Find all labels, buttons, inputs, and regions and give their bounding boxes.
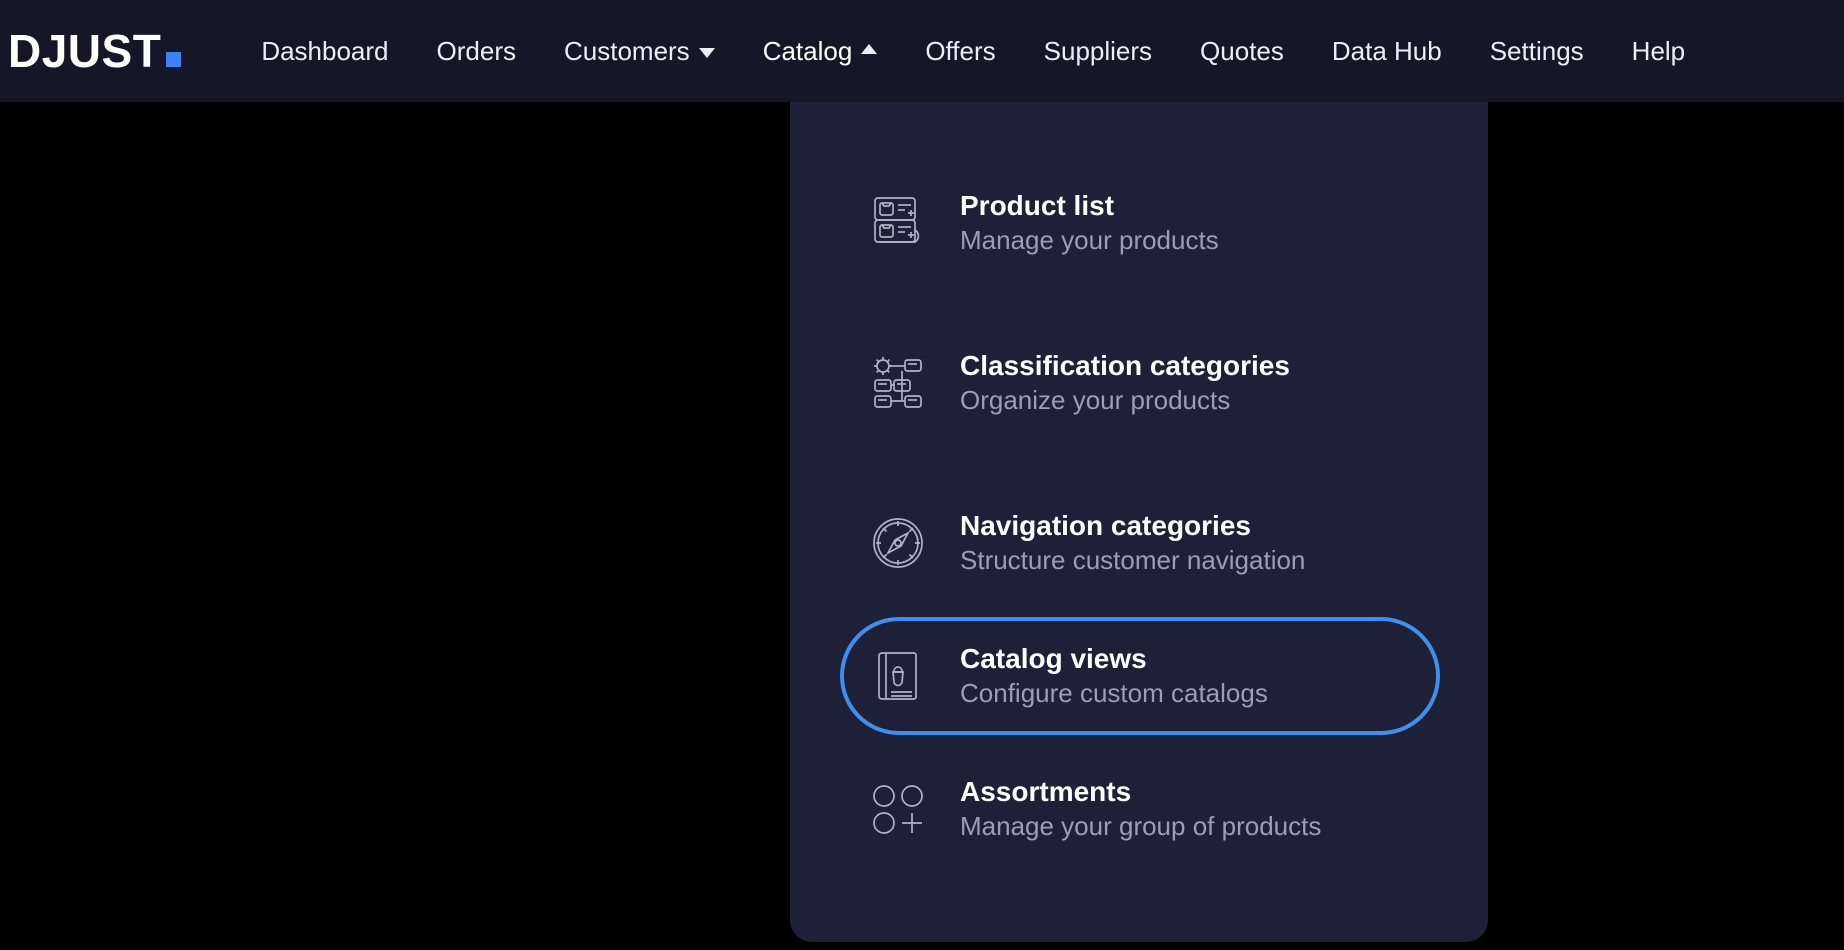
- app-screen: DJUST Dashboard Orders Customers Catalog…: [0, 0, 1844, 950]
- nav-item-label: Help: [1632, 36, 1685, 67]
- nav-item-suppliers[interactable]: Suppliers: [1020, 0, 1176, 102]
- nav-item-label: Quotes: [1200, 36, 1284, 67]
- top-navigation-bar: DJUST Dashboard Orders Customers Catalog…: [0, 0, 1844, 102]
- book-catalog-icon: [858, 636, 938, 716]
- menu-item-catalog-views[interactable]: Catalog views Configure custom catalogs: [840, 617, 1440, 735]
- chevron-up-icon: [861, 44, 877, 54]
- circles-plus-group-icon: [858, 769, 938, 849]
- menu-item-title: Product list: [960, 190, 1219, 222]
- menu-item-title: Catalog views: [960, 643, 1268, 675]
- menu-item-title: Navigation categories: [960, 510, 1305, 542]
- nav-item-customers[interactable]: Customers: [540, 0, 739, 102]
- menu-item-classification-categories[interactable]: Classification categories Organize your …: [840, 324, 1440, 442]
- menu-item-text: Assortments Manage your group of product…: [960, 776, 1321, 842]
- nav-item-settings[interactable]: Settings: [1466, 0, 1608, 102]
- nav-items-list: Dashboard Orders Customers Catalog Offer…: [237, 0, 1709, 102]
- brand-logo[interactable]: DJUST: [8, 28, 181, 74]
- nav-item-label: Settings: [1490, 36, 1584, 67]
- compass-icon: [858, 503, 938, 583]
- chevron-down-icon: [699, 48, 715, 58]
- nav-item-orders[interactable]: Orders: [413, 0, 540, 102]
- menu-item-product-list[interactable]: Product list Manage your products: [840, 164, 1440, 282]
- menu-item-text: Navigation categories Structure customer…: [960, 510, 1305, 576]
- nav-item-dashboard[interactable]: Dashboard: [237, 0, 412, 102]
- nav-item-label: Data Hub: [1332, 36, 1442, 67]
- nav-item-catalog[interactable]: Catalog: [739, 0, 902, 102]
- menu-item-text: Classification categories Organize your …: [960, 350, 1290, 416]
- menu-item-navigation-categories[interactable]: Navigation categories Structure customer…: [840, 484, 1440, 602]
- menu-item-subtitle: Organize your products: [960, 386, 1290, 416]
- menu-item-title: Classification categories: [960, 350, 1290, 382]
- catalog-dropdown-panel: Product list Manage your products: [790, 102, 1488, 942]
- menu-item-text: Product list Manage your products: [960, 190, 1219, 256]
- menu-item-subtitle: Manage your group of products: [960, 812, 1321, 842]
- product-list-icon: [858, 183, 938, 263]
- nav-item-label: Offers: [925, 36, 995, 67]
- nav-item-label: Catalog: [763, 36, 853, 67]
- menu-item-subtitle: Configure custom catalogs: [960, 679, 1268, 709]
- nav-item-label: Customers: [564, 36, 690, 67]
- nav-item-quotes[interactable]: Quotes: [1176, 0, 1308, 102]
- menu-item-assortments[interactable]: Assortments Manage your group of product…: [840, 750, 1440, 868]
- nav-item-help[interactable]: Help: [1608, 0, 1709, 102]
- nav-item-offers[interactable]: Offers: [901, 0, 1019, 102]
- nav-item-label: Orders: [437, 36, 516, 67]
- menu-item-text: Catalog views Configure custom catalogs: [960, 643, 1268, 709]
- nav-item-label: Suppliers: [1044, 36, 1152, 67]
- menu-item-subtitle: Structure customer navigation: [960, 546, 1305, 576]
- menu-item-title: Assortments: [960, 776, 1321, 808]
- classification-hierarchy-icon: [858, 343, 938, 423]
- brand-logo-text: DJUST: [8, 28, 161, 74]
- nav-item-label: Dashboard: [261, 36, 388, 67]
- brand-logo-dot: [166, 52, 181, 67]
- menu-item-subtitle: Manage your products: [960, 226, 1219, 256]
- nav-item-data-hub[interactable]: Data Hub: [1308, 0, 1466, 102]
